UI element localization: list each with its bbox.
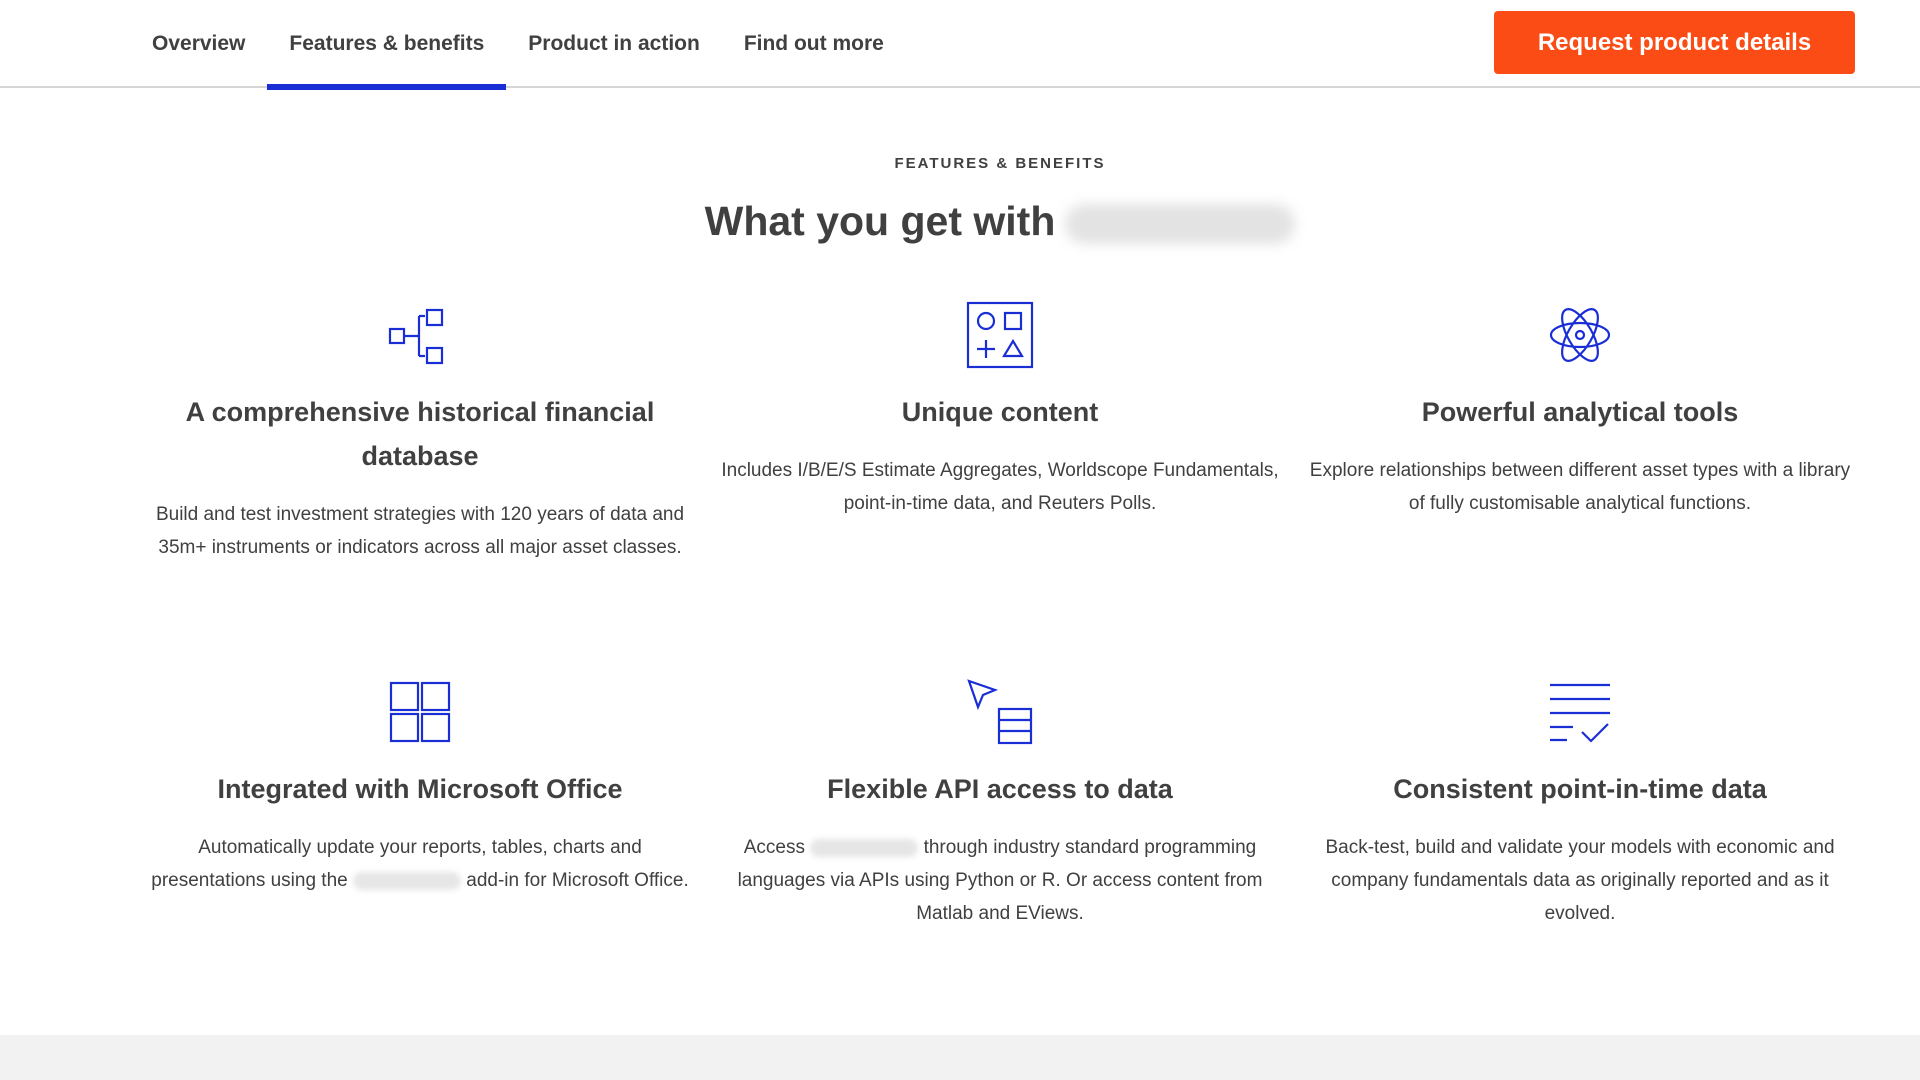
footer-band — [0, 1035, 1920, 1080]
redacted-product-name — [353, 871, 461, 890]
feature-description: Back-test, build and validate your model… — [1325, 837, 1835, 924]
cursor-table-icon — [967, 679, 1033, 745]
description-end: add-in for Microsoft Office. — [466, 870, 689, 891]
feature-unique-content: Unique content Includes I/B/E/S Estimate… — [720, 300, 1280, 520]
feature-description: Access through industry standard program… — [720, 831, 1280, 930]
section-eyebrow: FEATURES & BENEFITS — [894, 155, 1106, 172]
feature-api-access: Flexible API access to data Access throu… — [720, 677, 1280, 930]
section-tabs: Overview Features & benefits Product in … — [130, 0, 906, 90]
tab-product-in-action[interactable]: Product in action — [506, 0, 722, 88]
redacted-product-name — [810, 838, 919, 857]
feature-title: Powerful analytical tools — [1421, 397, 1739, 427]
feature-title: Integrated with Microsoft Office — [217, 774, 623, 804]
feature-description: Build and test investment strategies wit… — [155, 504, 685, 558]
feature-title: Consistent point-in-time data — [1393, 774, 1767, 804]
tab-features-benefits[interactable]: Features & benefits — [267, 0, 507, 90]
description-start: Access — [743, 837, 805, 858]
grid-icon — [389, 681, 451, 743]
section-heading: What you get with — [0, 198, 1920, 245]
feature-title: Unique content — [901, 397, 1099, 427]
feature-title: Flexible API access to data — [827, 774, 1173, 804]
shapes-icon — [966, 301, 1034, 369]
feature-point-in-time: Consistent point-in-time data Back-test,… — [1300, 677, 1860, 930]
feature-description: Explore relationships between different … — [1309, 460, 1851, 514]
hierarchy-icon — [388, 308, 444, 365]
top-navigation: Overview Features & benefits Product in … — [0, 0, 1920, 90]
feature-title: A comprehensive historical financial dat… — [185, 397, 655, 471]
feature-description: Automatically update your reports, table… — [140, 831, 700, 897]
feature-description: Includes I/B/E/S Estimate Aggregates, Wo… — [721, 460, 1279, 514]
feature-analytical-tools: Powerful analytical tools Explore relati… — [1300, 300, 1860, 520]
tab-overview[interactable]: Overview — [130, 0, 267, 88]
request-product-details-button[interactable]: Request product details — [1494, 11, 1855, 74]
feature-historical-database: A comprehensive historical financial dat… — [140, 300, 700, 564]
feature-microsoft-office: Integrated with Microsoft Office Automat… — [140, 677, 700, 897]
checklist-icon — [1550, 683, 1610, 743]
tab-find-out-more[interactable]: Find out more — [722, 0, 906, 88]
heading-text: What you get with — [704, 198, 1056, 244]
atom-icon — [1549, 308, 1611, 362]
redacted-product-name — [1065, 204, 1296, 245]
